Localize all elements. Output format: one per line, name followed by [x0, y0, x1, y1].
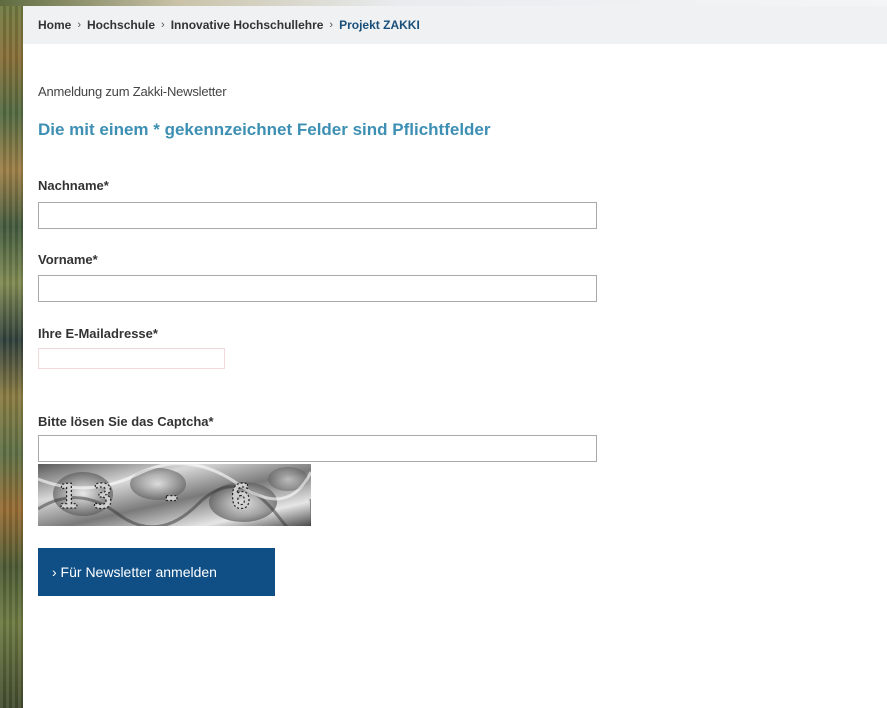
breadcrumb-current-page[interactable]: Projekt ZAKKI — [339, 18, 420, 32]
captcha-graphic: 13 - 6 — [38, 464, 311, 526]
vorname-label: Vorname* — [38, 252, 98, 267]
breadcrumb: Home › Hochschule › Innovative Hochschul… — [23, 6, 887, 44]
background-image-strip — [0, 0, 23, 708]
newsletter-submit-button[interactable]: › Für Newsletter anmelden — [38, 548, 275, 596]
captcha-input[interactable] — [38, 435, 597, 462]
breadcrumb-innovative-hochschullehre[interactable]: Innovative Hochschullehre — [171, 18, 324, 32]
captcha-text: 13 - 6 — [58, 477, 265, 517]
breadcrumb-home[interactable]: Home — [38, 18, 71, 32]
vorname-input[interactable] — [38, 275, 597, 302]
newsletter-form: Anmeldung zum Zakki-Newsletter Die mit e… — [23, 44, 887, 708]
nachname-label: Nachname* — [38, 178, 109, 193]
email-label: Ihre E-Mailadresse* — [38, 326, 158, 341]
captcha-label: Bitte lösen Sie das Captcha* — [38, 414, 214, 429]
chevron-right-icon: › — [329, 19, 334, 31]
chevron-right-icon: › — [161, 19, 165, 31]
email-input[interactable] — [38, 348, 225, 369]
nachname-input[interactable] — [38, 202, 597, 229]
captcha-image: 13 - 6 — [38, 464, 311, 526]
chevron-right-icon: › — [77, 19, 82, 31]
breadcrumb-hochschule[interactable]: Hochschule — [87, 18, 155, 32]
form-intro-text: Anmeldung zum Zakki-Newsletter — [38, 84, 227, 99]
required-fields-note: Die mit einem * gekennzeichnet Felder si… — [38, 120, 491, 139]
